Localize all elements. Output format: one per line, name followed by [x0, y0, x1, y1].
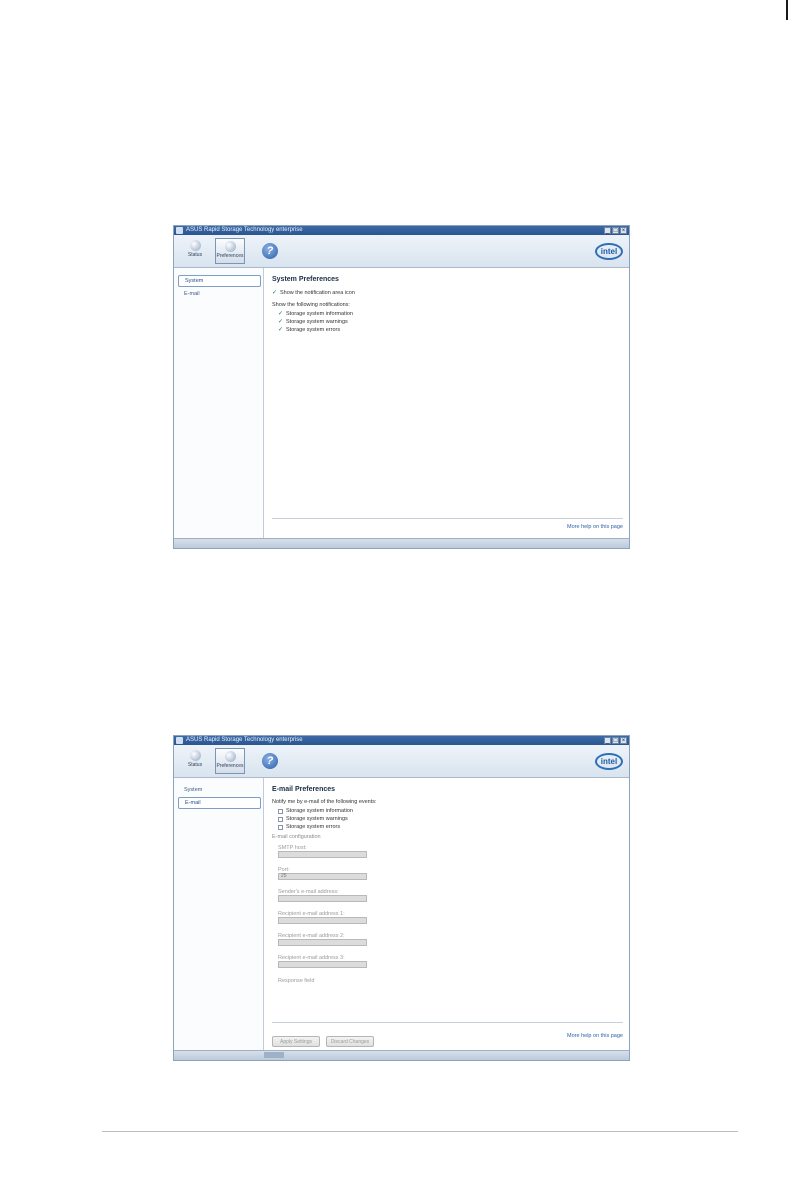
recipient2-field[interactable] — [278, 939, 367, 946]
checkbox-label: Show the notification area icon — [280, 290, 355, 296]
page-title: E-mail Preferences — [272, 786, 336, 793]
apply-settings-button[interactable]: Apply Settings — [272, 1036, 320, 1047]
port-field[interactable]: 25 — [278, 873, 367, 880]
more-help-link[interactable]: More help on this page — [567, 1033, 623, 1039]
more-help-link[interactable]: More help on this page — [567, 524, 623, 530]
checkbox-label: Storage system errors — [286, 327, 341, 333]
divider — [272, 518, 623, 519]
recipient1-field[interactable] — [278, 917, 367, 924]
intel-logo: intel — [595, 753, 623, 770]
title-bar: ASUS Rapid Storage Technology enterprise… — [174, 736, 629, 745]
status-button[interactable]: Status — [180, 238, 210, 264]
sidebar: System E-mail — [174, 778, 264, 1051]
checkbox-label: Storage system warnings — [286, 319, 348, 325]
main-area: System E-mail System Preferences ✓ Show … — [174, 268, 629, 539]
sidebar-item-system[interactable]: System — [178, 275, 261, 287]
smtp-host-field[interactable] — [278, 851, 367, 858]
checkbox-label: Storage system warnings — [286, 816, 348, 822]
status-bar — [174, 538, 629, 548]
recipient2-label: Recipient e-mail address 2: — [278, 933, 345, 939]
recipient3-label: Recipient e-mail address 3: — [278, 955, 345, 961]
sidebar-item-system[interactable]: System — [178, 785, 261, 795]
preferences-button[interactable]: Preferences — [215, 748, 245, 774]
discard-changes-button[interactable]: Discard Changes — [326, 1036, 374, 1047]
checkbox-icon — [278, 824, 283, 830]
toolbar: Status Preferences ? intel — [174, 745, 629, 778]
preferences-label: Preferences — [216, 253, 244, 259]
checkbox-label: Storage system information — [286, 808, 353, 814]
checkbox-icon — [278, 808, 283, 814]
intel-logo: intel — [595, 243, 623, 260]
checkbox-label: Storage system errors — [286, 824, 341, 830]
status-label: Status — [187, 252, 203, 258]
checkmark-icon: ✓ — [278, 326, 284, 333]
app-icon — [176, 737, 183, 744]
sidebar-item-email[interactable]: E-mail — [178, 797, 261, 809]
button-row: Apply Settings Discard Changes — [272, 1036, 374, 1047]
maximize-button[interactable]: □ — [612, 227, 619, 234]
status-bar — [174, 1050, 629, 1060]
warnings-notification-checkbox[interactable]: ✓ Storage system warnings — [272, 318, 621, 326]
preferences-icon — [224, 751, 236, 762]
toolbar: Status Preferences ? intel — [174, 235, 629, 268]
email-errors-checkbox[interactable]: Storage system errors — [272, 823, 621, 831]
preferences-button[interactable]: Preferences — [215, 238, 245, 264]
status-button[interactable]: Status — [180, 748, 210, 774]
page-edge-mark — [786, 0, 788, 20]
main-area: System E-mail E-mail Preferences Notify … — [174, 778, 629, 1051]
notifications-label: Show the following notifications: — [272, 302, 350, 308]
help-icon[interactable]: ? — [262, 753, 278, 769]
notification-area-checkbox[interactable]: ✓ Show the notification area icon — [272, 289, 621, 297]
app-window-system-preferences: ASUS Rapid Storage Technology enterprise… — [173, 225, 630, 549]
errors-notification-checkbox[interactable]: ✓ Storage system errors — [272, 326, 621, 334]
info-notification-checkbox[interactable]: ✓ Storage system information — [272, 310, 621, 318]
minimize-button[interactable]: _ — [604, 227, 611, 234]
footer-rule — [102, 1131, 738, 1132]
window-title: ASUS Rapid Storage Technology enterprise — [186, 227, 303, 233]
preferences-icon — [224, 241, 236, 252]
preferences-label: Preferences — [216, 763, 244, 769]
email-warnings-checkbox[interactable]: Storage system warnings — [272, 815, 621, 823]
checkmark-icon: ✓ — [272, 289, 278, 296]
title-bar: ASUS Rapid Storage Technology enterprise… — [174, 226, 629, 235]
maximize-button[interactable]: □ — [612, 737, 619, 744]
minimize-button[interactable]: _ — [604, 737, 611, 744]
close-button[interactable]: × — [620, 737, 627, 744]
status-icon — [189, 240, 201, 251]
recipient3-field[interactable] — [278, 961, 367, 968]
window-controls: _ □ × — [604, 737, 627, 744]
app-window-email-preferences: ASUS Rapid Storage Technology enterprise… — [173, 735, 630, 1061]
email-info-checkbox[interactable]: Storage system information — [272, 807, 621, 815]
checkmark-icon: ✓ — [278, 318, 284, 325]
sender-email-field[interactable] — [278, 895, 367, 902]
window-title: ASUS Rapid Storage Technology enterprise — [186, 737, 303, 743]
divider — [272, 1022, 623, 1023]
sender-email-label: Sender's e-mail address: — [278, 889, 339, 895]
page-title: System Preferences — [272, 276, 339, 283]
app-icon — [176, 227, 183, 234]
notify-label: Notify me by e-mail of the following eve… — [272, 799, 377, 805]
email-config-label: E-mail configuration — [272, 834, 321, 840]
help-icon[interactable]: ? — [262, 243, 278, 259]
status-icon — [189, 750, 201, 761]
response-field-label: Response field — [278, 978, 315, 984]
content-panel: System Preferences ✓ Show the notificati… — [264, 268, 629, 539]
content-panel: E-mail Preferences Notify me by e-mail o… — [264, 778, 629, 1051]
checkmark-icon: ✓ — [278, 310, 284, 317]
window-controls: _ □ × — [604, 227, 627, 234]
sidebar: System E-mail — [174, 268, 264, 539]
close-button[interactable]: × — [620, 227, 627, 234]
status-label: Status — [187, 762, 203, 768]
recipient1-label: Recipient e-mail address 1: — [278, 911, 345, 917]
sidebar-item-email[interactable]: E-mail — [178, 289, 261, 299]
checkbox-label: Storage system information — [286, 311, 353, 317]
status-bar-segment — [264, 1052, 284, 1058]
checkbox-icon — [278, 816, 283, 822]
